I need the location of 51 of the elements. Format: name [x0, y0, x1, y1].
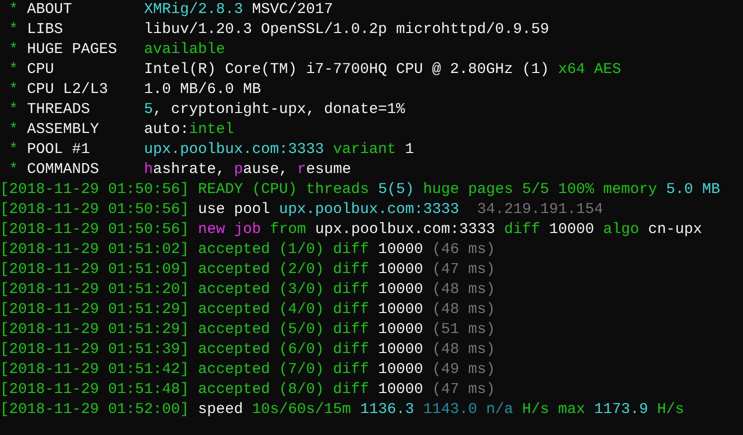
info-label: THREADS — [27, 100, 92, 120]
info-value: 1.0 MB/6.0 MB — [144, 80, 262, 100]
log-timestamp: [2018-11-29 01:52:00] — [0, 400, 190, 420]
log-timestamp: [2018-11-29 01:51:42] — [0, 360, 190, 380]
info-label: HUGE PAGES — [27, 40, 118, 60]
info-value: upx.poolbux.com:3333 variant 1 — [144, 140, 414, 160]
log-timestamp: [2018-11-29 01:51:29] — [0, 300, 190, 320]
log-timestamp: [2018-11-29 01:50:56] — [0, 220, 190, 240]
bullet-mark: * — [9, 100, 18, 120]
info-value: hashrate, pause, resume — [144, 160, 352, 180]
log-timestamp: [2018-11-29 01:50:56] — [0, 200, 190, 220]
log-timestamp: [2018-11-29 01:51:02] — [0, 240, 190, 260]
log-timestamp: [2018-11-29 01:51:29] — [0, 320, 190, 340]
log-timestamp: [2018-11-29 01:51:39] — [0, 340, 190, 360]
log-timestamp: [2018-11-29 01:51:20] — [0, 280, 190, 300]
bullet-mark: * — [9, 120, 18, 140]
log-message: speed 10s/60s/15m 1136.3 1143.0 n/a H/s max 1173.9 H/s — [198, 400, 684, 420]
log-timestamp: [2018-11-29 01:50:56] — [0, 180, 190, 200]
log-message: READY (CPU) threads 5(5) huge pages 5/5 100% memory 5.0 MB — [198, 180, 720, 200]
info-value: available — [144, 40, 226, 60]
info-value: 5, cryptonight-upx, donate=1% — [144, 100, 406, 120]
log-message: new job from upx.poolbux.com:3333 diff 10000 algo cn-upx — [198, 220, 702, 240]
info-label: POOL #1 — [27, 140, 92, 160]
info-label: LIBS — [27, 20, 64, 40]
info-label: CPU L2/L3 — [27, 80, 110, 100]
info-value: Intel(R) Core(TM) i7-7700HQ CPU @ 2.80GHz (1) x64 AES — [144, 60, 622, 80]
log-message: accepted (2/0) diff 10000 (47 ms) — [198, 260, 496, 280]
log-message: accepted (7/0) diff 10000 (49 ms) — [198, 360, 496, 380]
info-label: CPU — [27, 60, 56, 80]
log-message: use pool upx.poolbux.com:3333 34.219.191.154 — [198, 200, 604, 220]
info-value: auto:intel — [144, 120, 234, 140]
bullet-mark: * — [9, 60, 18, 80]
log-timestamp: [2018-11-29 01:51:09] — [0, 260, 190, 280]
bullet-mark: * — [9, 0, 18, 20]
log-message: accepted (1/0) diff 10000 (46 ms) — [198, 240, 496, 260]
info-label: COMMANDS — [27, 160, 100, 180]
bullet-mark: * — [9, 20, 18, 40]
info-label: ASSEMBLY — [27, 120, 100, 140]
log-message: accepted (6/0) diff 10000 (48 ms) — [198, 340, 496, 360]
bullet-mark: * — [9, 80, 18, 100]
bullet-mark: * — [9, 140, 18, 160]
log-message: accepted (5/0) diff 10000 (51 ms) — [198, 320, 496, 340]
bullet-mark: * — [9, 160, 18, 180]
log-message: accepted (8/0) diff 10000 (47 ms) — [198, 380, 496, 400]
info-value: libuv/1.20.3 OpenSSL/1.0.2p microhttpd/0.9.59 — [144, 20, 550, 40]
info-value: XMRig/2.8.3 MSVC/2017 — [144, 0, 334, 20]
bullet-mark: * — [9, 40, 18, 60]
info-label: ABOUT — [27, 0, 74, 20]
log-message: accepted (3/0) diff 10000 (48 ms) — [198, 280, 496, 300]
log-timestamp: [2018-11-29 01:51:48] — [0, 380, 190, 400]
log-message: accepted (4/0) diff 10000 (48 ms) — [198, 300, 496, 320]
